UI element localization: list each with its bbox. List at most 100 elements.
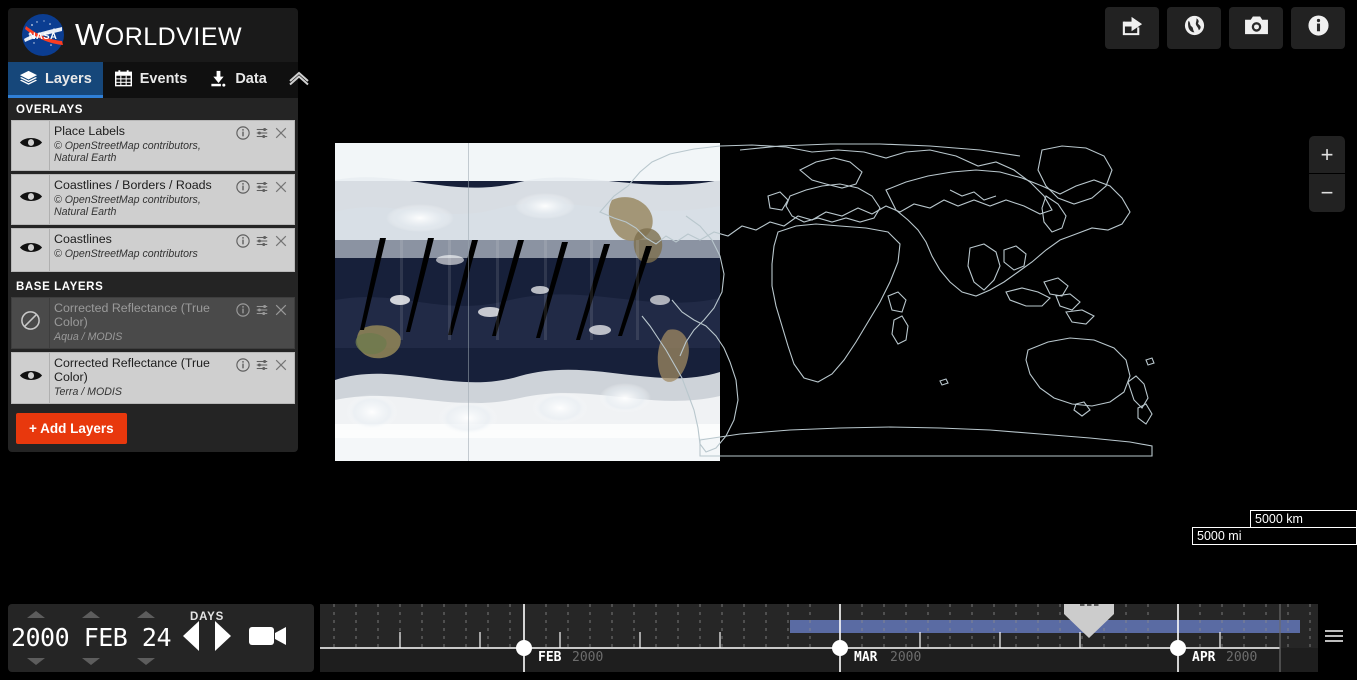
camera-icon xyxy=(1244,15,1269,41)
triangle-up-icon xyxy=(137,611,156,618)
layer-options-icon[interactable] xyxy=(255,126,269,145)
svg-text:APR: APR xyxy=(1192,650,1216,665)
layer-options-icon[interactable] xyxy=(255,180,269,199)
sidebar: NASA WORLDVIEW Layers Events Data OVERLA… xyxy=(8,8,309,453)
tab-data[interactable]: Data xyxy=(198,62,277,98)
brand-rest: ORLDVIEW xyxy=(104,23,243,51)
visibility-toggle[interactable] xyxy=(12,174,50,224)
layer-row[interactable]: Place Labels © OpenStreetMap contributor… xyxy=(11,120,295,171)
tab-data-label: Data xyxy=(235,70,267,87)
layer-body: Corrected Reflectance (True Color) Aqua … xyxy=(50,298,236,348)
section-heading-overlays: OVERLAYS xyxy=(8,98,298,120)
projection-button[interactable] xyxy=(1167,7,1221,49)
layer-remove-icon[interactable] xyxy=(274,303,288,322)
share-button[interactable] xyxy=(1105,7,1159,49)
date-decrement-row xyxy=(8,658,174,665)
interval-label: DAYS xyxy=(190,611,225,623)
layers-icon xyxy=(19,69,38,88)
scale-bar-metric: 5000 km xyxy=(1250,510,1357,527)
year-up-button[interactable] xyxy=(8,611,63,618)
visibility-toggle[interactable] xyxy=(12,297,50,349)
eye-icon xyxy=(19,241,43,259)
layer-info-icon[interactable] xyxy=(236,303,250,322)
layer-subtitle: Terra / MODIS xyxy=(54,385,122,398)
layer-title: Corrected Reflectance (True Color) xyxy=(54,356,210,384)
info-button[interactable] xyxy=(1291,7,1345,49)
add-layers-button[interactable]: + Add Layers xyxy=(16,413,127,445)
layer-remove-icon[interactable] xyxy=(274,180,288,199)
section-heading-base-layers: BASE LAYERS xyxy=(8,274,298,297)
base-layer-list: Corrected Reflectance (True Color) Aqua … xyxy=(8,296,298,405)
layer-row[interactable]: Corrected Reflectance (True Color) Terra… xyxy=(11,352,295,405)
layer-options-icon[interactable] xyxy=(255,234,269,253)
layer-title: Coastlines / Borders / Roads xyxy=(54,177,212,192)
layer-options-icon[interactable] xyxy=(255,358,269,377)
layer-remove-icon[interactable] xyxy=(274,126,288,145)
brand-bar: NASA WORLDVIEW xyxy=(8,8,298,62)
layer-title: Coastlines xyxy=(54,231,112,246)
no-entry-icon xyxy=(20,310,41,336)
download-icon xyxy=(209,69,228,88)
month-up-button[interactable] xyxy=(63,611,118,618)
layer-remove-icon[interactable] xyxy=(274,358,288,377)
layer-actions xyxy=(236,175,294,224)
zoom-in-button[interactable]: + xyxy=(1309,136,1345,174)
svg-text:MAR: MAR xyxy=(854,650,878,665)
date-selector: 2000 FEB 24 DAYS xyxy=(8,604,314,672)
tab-events-label: Events xyxy=(139,70,188,87)
share-icon xyxy=(1121,14,1144,42)
layer-info-icon[interactable] xyxy=(236,358,250,377)
next-day-button[interactable] xyxy=(212,619,234,658)
timeline-axis[interactable]: FEB 2000 MAR 2000 APR 2000 xyxy=(320,604,1318,672)
svg-text:2000: 2000 xyxy=(890,650,921,665)
layer-info-icon[interactable] xyxy=(236,126,250,145)
snapshot-button[interactable] xyxy=(1229,7,1283,49)
layer-row[interactable]: Coastlines / Borders / Roads © OpenStree… xyxy=(11,173,295,225)
year-down-button[interactable] xyxy=(8,658,63,665)
svg-text:NASA: NASA xyxy=(29,31,58,42)
layer-row[interactable]: Corrected Reflectance (True Color) Aqua … xyxy=(11,296,295,350)
layer-subtitle: © OpenStreetMap contributors, Natural Ea… xyxy=(54,193,201,219)
visibility-toggle[interactable] xyxy=(12,228,50,271)
triangle-down-icon xyxy=(137,658,156,665)
modis-imagery xyxy=(335,143,720,461)
eye-icon xyxy=(19,369,43,387)
svg-text:FEB: FEB xyxy=(538,650,562,665)
day-down-button[interactable] xyxy=(119,658,174,665)
top-toolbar xyxy=(1105,7,1345,49)
day-up-button[interactable] xyxy=(119,611,174,618)
visibility-toggle[interactable] xyxy=(12,353,50,404)
sidebar-collapse-button[interactable] xyxy=(278,62,320,98)
layer-options-icon[interactable] xyxy=(255,303,269,322)
date-stepper: 2000 FEB 24 xyxy=(8,604,174,672)
layer-remove-icon[interactable] xyxy=(274,234,288,253)
layer-title: Place Labels xyxy=(54,124,125,138)
animate-button[interactable] xyxy=(248,623,288,654)
previous-day-button[interactable] xyxy=(180,619,202,658)
eye-icon xyxy=(19,190,43,208)
tab-layers[interactable]: Layers xyxy=(8,62,103,98)
month-down-button[interactable] xyxy=(63,658,118,665)
timeline-drag-handle[interactable] xyxy=(1058,604,1120,640)
layer-actions xyxy=(236,298,294,348)
layer-subtitle: Aqua / MODIS xyxy=(54,330,123,343)
triangle-down-icon xyxy=(81,658,100,665)
tab-events[interactable]: Events xyxy=(103,62,199,98)
video-camera-icon xyxy=(248,626,288,653)
current-date-display[interactable]: 2000 FEB 24 xyxy=(8,623,174,652)
layer-body: Coastlines © OpenStreetMap contributors xyxy=(50,229,236,271)
globe-icon xyxy=(1183,14,1206,42)
zoom-out-button[interactable]: − xyxy=(1309,174,1345,212)
layer-actions xyxy=(236,353,294,403)
triangle-up-icon xyxy=(26,611,45,618)
layer-row[interactable]: Coastlines © OpenStreetMap contributors xyxy=(11,227,295,272)
layer-body: Corrected Reflectance (True Color) Terra… xyxy=(50,353,236,403)
timeline-menu-button[interactable] xyxy=(1317,604,1351,672)
layer-info-icon[interactable] xyxy=(236,180,250,199)
layer-title: Corrected Reflectance (True Color) xyxy=(54,300,210,329)
tab-layers-label: Layers xyxy=(45,70,92,87)
layer-info-icon[interactable] xyxy=(236,234,250,253)
timeline: 2000 FEB 24 DAYS FEB 2000 MAR 2000 APR 2… xyxy=(0,596,1357,680)
chevron-right-icon xyxy=(212,620,234,657)
visibility-toggle[interactable] xyxy=(12,121,50,170)
